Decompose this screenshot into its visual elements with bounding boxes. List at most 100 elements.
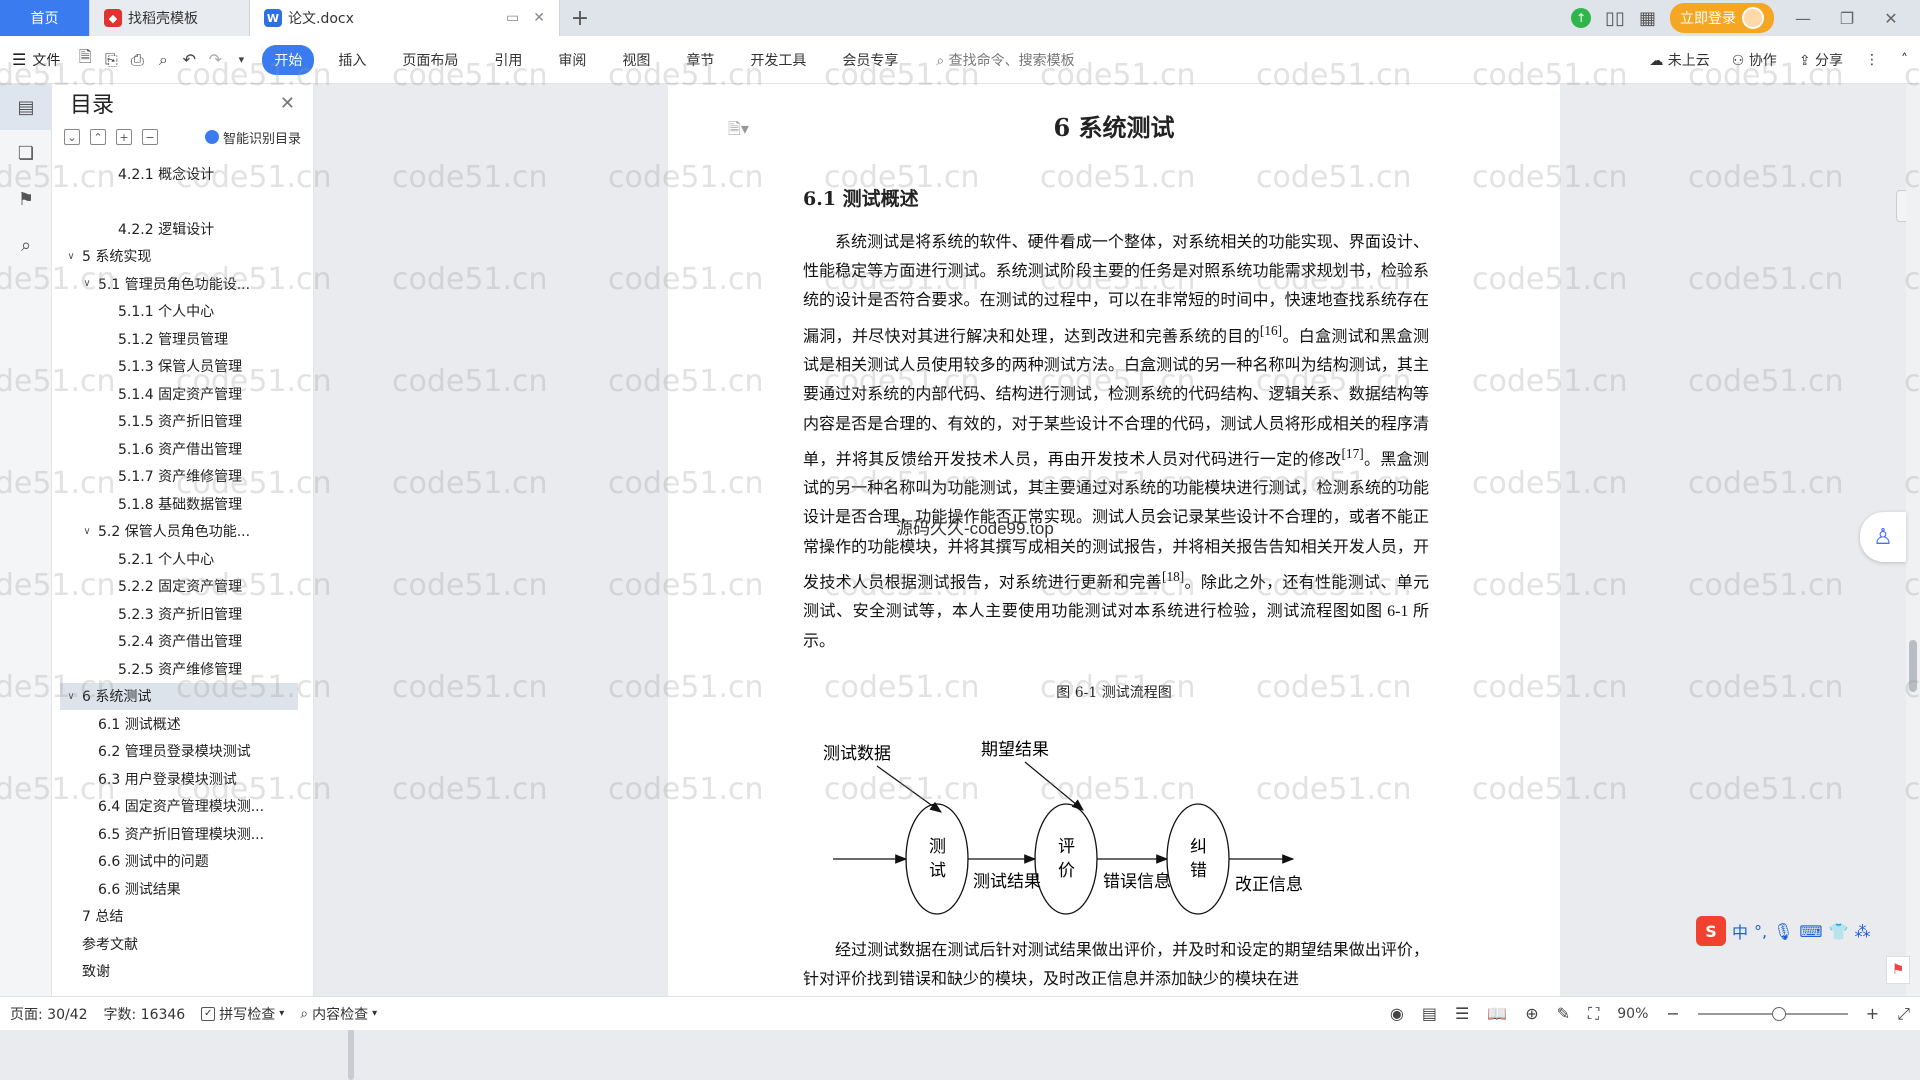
microphone-icon[interactable]: 🎙	[1773, 922, 1793, 941]
ribbon-tab-5[interactable]: 视图	[610, 45, 662, 75]
toc-item[interactable]: 5.1.7 资产维修管理	[60, 463, 298, 491]
undo-icon[interactable]: ↶	[178, 49, 200, 71]
toc-item[interactable]: 5.2.4 资产借出管理	[60, 628, 298, 656]
toc-nav-icon[interactable]: ▤	[0, 84, 52, 130]
new-tab-button[interactable]: +	[560, 0, 600, 36]
collab-button[interactable]: ⚇ 协作	[1732, 50, 1777, 70]
web-view-icon[interactable]: ⊕	[1525, 1004, 1538, 1023]
chapter-nav-icon[interactable]: ❏	[0, 130, 52, 176]
toc-item[interactable]: 6.6 测试结果	[60, 875, 298, 903]
bookmark-icon[interactable]: ⚑	[0, 176, 52, 222]
content-check[interactable]: ⌕ 内容检查 ▾	[300, 1004, 377, 1024]
page-view-icon[interactable]: ▤	[1422, 1004, 1437, 1023]
ribbon-tab-4[interactable]: 审阅	[546, 45, 598, 75]
fullscreen-icon[interactable]: ⤢	[1897, 1004, 1910, 1024]
toc-item[interactable]: ∨ 5.1 管理员角色功能设...	[60, 270, 298, 298]
chevron-down-icon[interactable]: ∨	[64, 251, 78, 262]
eye-icon[interactable]: ◉	[1390, 1004, 1404, 1023]
close-icon[interactable]: ✕	[280, 93, 295, 114]
layout-icon[interactable]: ▯▯	[1605, 8, 1625, 29]
chevron-down-icon[interactable]: ∨	[80, 526, 94, 537]
remove-heading-icon[interactable]: −	[142, 129, 158, 145]
toc-item[interactable]: 7 总结	[60, 903, 298, 931]
ribbon-tab-6[interactable]: 章节	[674, 45, 726, 75]
toc-item[interactable]: 5.1.2 管理员管理	[60, 325, 298, 353]
ribbon-tab-0[interactable]: 开始	[262, 44, 315, 75]
toc-item[interactable]: ∨ 6 系统测试	[60, 682, 298, 710]
more-quick-icon[interactable]: ▾	[230, 49, 252, 71]
chevron-down-icon[interactable]: ∨	[64, 691, 78, 702]
close-tab-icon[interactable]: ✕	[533, 10, 545, 26]
command-search[interactable]: ⌕ 查找命令、搜索模板	[936, 50, 1074, 70]
toc-item[interactable]: 4.2.1 概念设计	[60, 160, 298, 188]
toc-item[interactable]: 参考文献	[60, 930, 298, 958]
ribbon-tab-8[interactable]: 会员专享	[830, 45, 910, 75]
tab-home[interactable]: 首页	[0, 0, 90, 36]
toc-item[interactable]: ∨ 5.2 保管人员角色功能...	[60, 518, 298, 546]
redo-icon[interactable]: ↷	[204, 49, 226, 71]
grid-icon[interactable]: ▦	[1639, 8, 1656, 29]
monitor-icon[interactable]: ▭	[506, 10, 519, 26]
ribbon-tab-3[interactable]: 引用	[482, 45, 534, 75]
toc-item[interactable]: 6.1 测试概述	[60, 710, 298, 738]
toc-item[interactable]: 6.4 固定资产管理模块测...	[60, 793, 298, 821]
word-count[interactable]: 字数: 16346	[104, 1004, 186, 1024]
collapse-ribbon-icon[interactable]: ˄	[1901, 52, 1908, 68]
cloud-button[interactable]: ☁ 未上云	[1649, 50, 1709, 70]
zoom-level[interactable]: 90%	[1617, 1006, 1648, 1022]
toc-item[interactable]: ∨ 5 系统实现	[60, 243, 298, 271]
tab-document[interactable]: W 论文.docx ▭ ✕	[250, 0, 560, 36]
toc-item[interactable]: 致谢	[60, 958, 298, 983]
document-page[interactable]: 🗎▾ 6 系统测试 6.1 测试概述 系统测试是将系统的软件、硬件看成一个整体，…	[668, 84, 1560, 996]
minimize-icon[interactable]: —	[1788, 9, 1818, 28]
sogou-icon[interactable]: S	[1696, 916, 1726, 946]
share-button[interactable]: ⇪ 分享	[1799, 50, 1843, 70]
keyboard-icon[interactable]: ⌨	[1799, 922, 1822, 941]
login-button[interactable]: 立即登录	[1670, 3, 1774, 33]
export-icon[interactable]: ⎘	[100, 49, 122, 71]
ribbon-tab-1[interactable]: 插入	[326, 45, 378, 75]
close-window-icon[interactable]: ✕	[1876, 9, 1906, 28]
zoom-knob[interactable]	[1771, 1006, 1786, 1021]
ribbon-tab-7[interactable]: 开发工具	[738, 45, 818, 75]
restore-icon[interactable]: ❐	[1832, 9, 1862, 28]
toc-item[interactable]: 5.1.3 保管人员管理	[60, 353, 298, 381]
toc-item[interactable]: 5.2.1 个人中心	[60, 545, 298, 573]
pen-icon[interactable]: ✎	[1557, 1004, 1570, 1023]
read-view-icon[interactable]: 📖	[1487, 1004, 1507, 1023]
save-icon[interactable]: 🗎	[74, 47, 96, 71]
toc-item[interactable]: 5.1.1 个人中心	[60, 298, 298, 326]
page-indicator[interactable]: 页面: 30/42	[10, 1004, 88, 1024]
zoom-slider[interactable]	[1697, 1006, 1848, 1021]
smart-toc-button[interactable]: 智能识别目录	[204, 128, 301, 147]
preview-icon[interactable]: ⌕	[152, 49, 174, 71]
toc-item[interactable]: 4.2.2 逻辑设计	[60, 215, 298, 243]
tools-icon[interactable]: ⁂	[1854, 922, 1870, 941]
ribbon-tab-2[interactable]: 页面布局	[390, 45, 470, 75]
vertical-scrollbar[interactable]	[1906, 84, 1920, 996]
tab-template[interactable]: ◆ 找稻壳模板	[90, 0, 250, 36]
toc-item[interactable]: 5.2.2 固定资产管理	[60, 573, 298, 601]
toc-item[interactable]: 5.1.8 基础数据管理	[60, 490, 298, 518]
toc-item[interactable]: 6.3 用户登录模块测试	[60, 765, 298, 793]
fit-icon[interactable]: ⛶	[1588, 1004, 1599, 1024]
ime-lang[interactable]: 中	[1732, 919, 1748, 943]
print-icon[interactable]: ⎙	[126, 49, 148, 71]
add-heading-icon[interactable]: +	[116, 129, 132, 145]
expand-all-icon[interactable]: ⌄	[64, 129, 80, 145]
toc-item[interactable]: 6.2 管理员登录模块测试	[60, 738, 298, 766]
feedback-icon[interactable]: ⚑	[1886, 956, 1910, 984]
toc-item[interactable]: 6.5 资产折旧管理模块测...	[60, 820, 298, 848]
toc-item[interactable]: 5.1.4 固定资产管理	[60, 380, 298, 408]
toc-item[interactable]	[60, 188, 298, 216]
file-menu[interactable]: ☰ 文件	[12, 50, 60, 70]
scroll-thumb[interactable]	[1909, 640, 1917, 692]
toc-item[interactable]: 6.6 测试中的问题	[60, 848, 298, 876]
toc-item[interactable]: 5.1.6 资产借出管理	[60, 435, 298, 463]
chevron-down-icon[interactable]: ∨	[80, 278, 94, 289]
toc-item[interactable]: 5.1.5 资产折旧管理	[60, 408, 298, 436]
ime-punct[interactable]: °,	[1754, 922, 1767, 941]
zoom-out-icon[interactable]: −	[1666, 1004, 1679, 1023]
more-icon[interactable]: ⋮	[1865, 52, 1879, 68]
toc-item[interactable]: 5.2.3 资产折旧管理	[60, 600, 298, 628]
